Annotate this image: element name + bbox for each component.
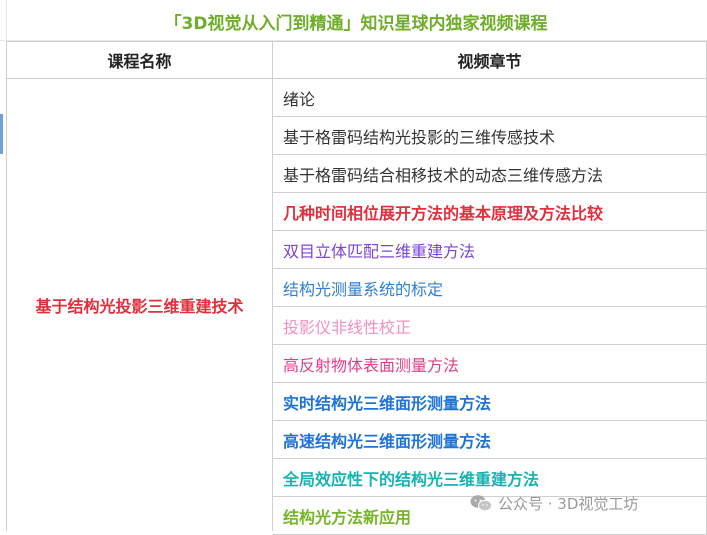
chapter-row: 绪论: [273, 79, 707, 117]
header-video-chapters: 视频章节: [273, 41, 707, 79]
chapter-row: 高速结构光三维面形测量方法: [273, 421, 707, 459]
chapter-list: 绪论 基于格雷码结构光投影的三维传感技术 基于格雷码结合相移技术的动态三维传感方法几…: [273, 79, 707, 535]
watermark: 公众号 · 3D视觉工坊: [470, 490, 638, 516]
chapter-row: 结构光测量系统的标定: [273, 269, 707, 307]
chapter-row: 基于格雷码结构光投影的三维传感技术: [273, 117, 707, 155]
chapter-row: 基于格雷码结合相移技术的动态三维传感方法: [273, 155, 707, 193]
chapter-row: 几种时间相位展开方法的基本原理及方法比较: [273, 193, 707, 231]
row-selection-marker: [0, 114, 3, 154]
chapter-row: 投影仪非线性校正: [273, 307, 707, 345]
wechat-icon: [470, 495, 492, 512]
course-name-cell: 基于结构光投影三维重建技术: [6, 79, 273, 531]
table-title: 「3D视觉从入门到精通」知识星球内独家视频课程: [164, 14, 548, 34]
watermark-text: 公众号 · 3D视觉工坊: [498, 494, 639, 513]
header-course-name: 课程名称: [6, 41, 273, 79]
chapter-row: 高反射物体表面测量方法: [273, 345, 707, 383]
chapter-row: 双目立体匹配三维重建方法: [273, 231, 707, 269]
chapter-row: 实时结构光三维面形测量方法: [273, 383, 707, 421]
